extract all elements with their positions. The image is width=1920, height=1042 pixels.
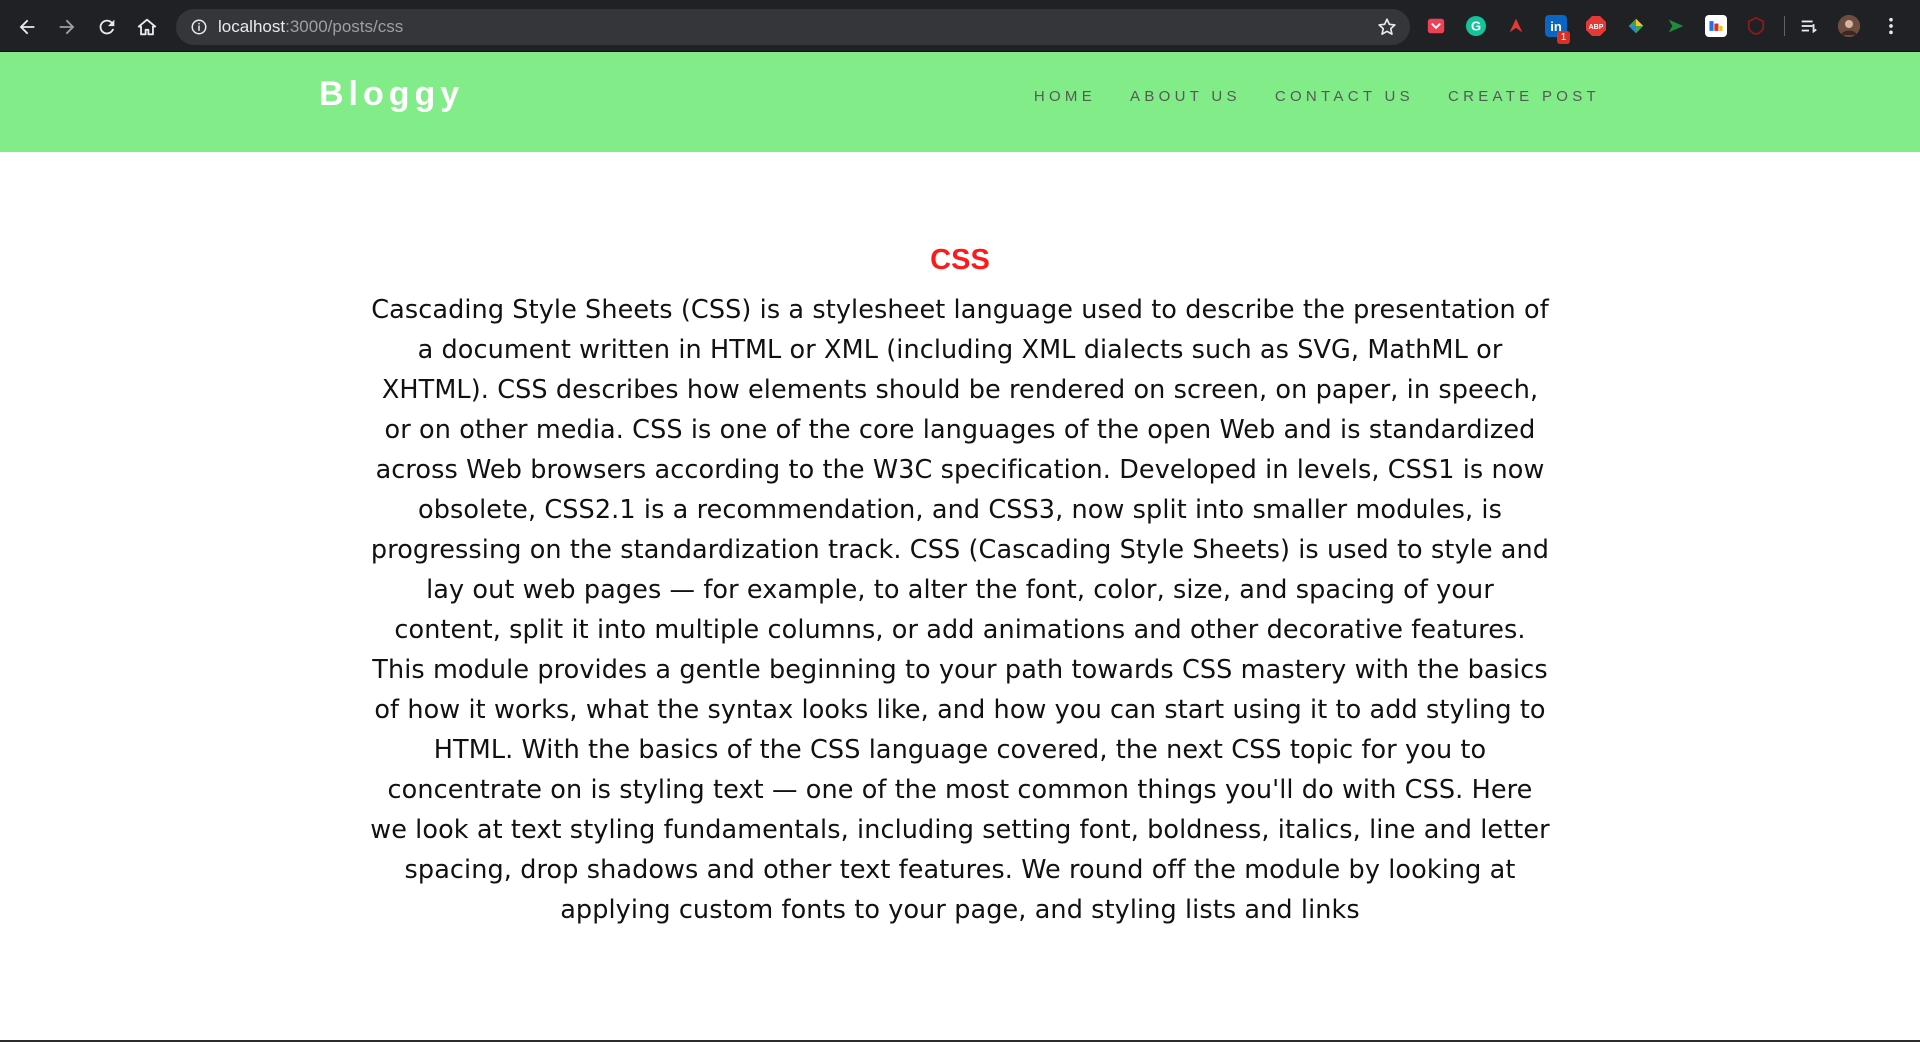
post-article: CSS Cascading Style Sheets (CSS) is a st… xyxy=(370,238,1550,930)
send-arrow-icon[interactable] xyxy=(1665,15,1687,37)
site-nav: HOME ABOUT US CONTACT US CREATE POST xyxy=(1034,88,1600,105)
site-header: Bloggy HOME ABOUT US CONTACT US CREATE P… xyxy=(0,52,1920,152)
bookmark-star-icon[interactable] xyxy=(1376,16,1398,38)
grammarly-icon[interactable]: G xyxy=(1465,15,1487,37)
svg-text:ABP: ABP xyxy=(1589,24,1604,31)
url-text[interactable]: localhost:3000/posts/css xyxy=(218,16,403,38)
site-brand[interactable]: Bloggy xyxy=(319,75,464,114)
post-title: CSS xyxy=(930,244,990,276)
nav-contact-us[interactable]: CONTACT US xyxy=(1275,88,1414,105)
address-bar[interactable]: localhost:3000/posts/css xyxy=(176,9,1410,45)
url-path: :3000/posts/css xyxy=(285,17,404,36)
linkedin-notification-badge: 1 xyxy=(1557,31,1570,44)
toolbar-divider xyxy=(1784,16,1785,36)
profile-avatar[interactable] xyxy=(1838,15,1860,37)
back-arrow-icon[interactable] xyxy=(12,12,42,42)
nav-home[interactable]: HOME xyxy=(1034,88,1096,105)
forward-arrow-icon[interactable] xyxy=(52,12,82,42)
rocket-extension-icon[interactable] xyxy=(1505,15,1527,37)
nav-about-us[interactable]: ABOUT US xyxy=(1130,88,1241,105)
home-icon[interactable] xyxy=(132,12,162,42)
shield-extension-icon[interactable] xyxy=(1745,15,1767,37)
reading-list-icon[interactable] xyxy=(1798,15,1820,37)
browser-toolbar: localhost:3000/posts/css G in 1 ABP xyxy=(0,0,1920,52)
adblock-plus-icon[interactable]: ABP xyxy=(1585,15,1607,37)
color-picker-icon[interactable] xyxy=(1625,15,1647,37)
pocket-icon[interactable] xyxy=(1425,15,1447,37)
site-info-icon[interactable] xyxy=(190,18,208,36)
flag-extension-icon[interactable] xyxy=(1705,15,1727,37)
post-body: Cascading Style Sheets (CSS) is a styles… xyxy=(370,295,1550,925)
svg-text:G: G xyxy=(1471,19,1481,34)
browser-menu-icon[interactable] xyxy=(1880,15,1902,37)
url-host: localhost xyxy=(218,17,286,36)
reload-icon[interactable] xyxy=(92,12,122,42)
nav-create-post[interactable]: CREATE POST xyxy=(1448,88,1600,105)
